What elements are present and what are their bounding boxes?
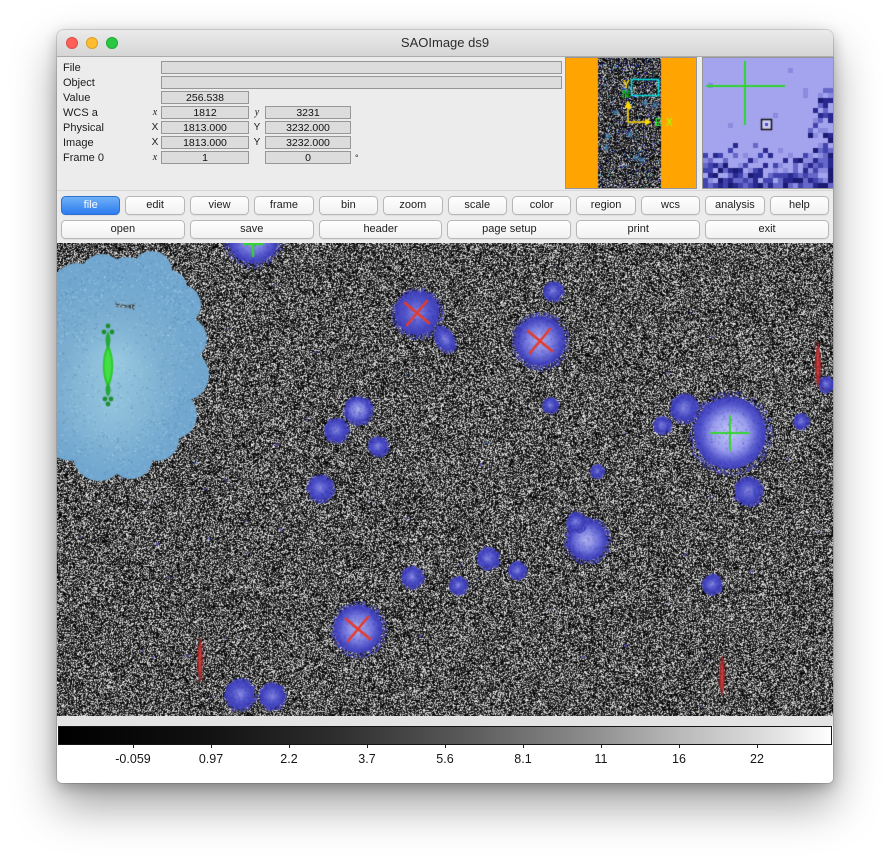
menu-zone: file edit view frame binzoom scale color region… — [57, 190, 833, 244]
frame-0-y-field[interactable]: 0 — [265, 151, 351, 164]
colorbar-tick-label: 5.6 — [436, 752, 453, 766]
menu-button-exit[interactable]: exit — [705, 220, 829, 239]
colorbar-tick-label: 2.2 — [280, 752, 297, 766]
info-row-image: ImageX1813.000Y3232.000 — [57, 135, 565, 150]
magnifier — [702, 57, 834, 189]
image-display[interactable] — [57, 243, 833, 716]
info-label: Image — [57, 137, 149, 149]
colorbar-tick — [367, 745, 368, 748]
colorbar-tick-label: -0.059 — [115, 752, 150, 766]
file-menu-bar: open save headerpage setup print exit — [61, 220, 829, 239]
axis-label: X — [149, 137, 161, 148]
axis-label: y — [249, 107, 265, 118]
wcs-a-x-field[interactable]: 1812 — [161, 106, 249, 119]
info-row-physical: PhysicalX1813.000Y3232.000 — [57, 120, 565, 135]
coordinate-readout: FileObjectValue256.538WCS ax1812y3231Phy… — [57, 60, 565, 165]
menu-button-bin[interactable]: bin — [319, 196, 378, 215]
menu-button-wcs[interactable]: wcs — [641, 196, 700, 215]
menu-button-color[interactable]: color — [512, 196, 571, 215]
info-row-file: File — [57, 60, 565, 75]
info-label: WCS a — [57, 107, 149, 119]
menu-button-file[interactable]: file — [61, 196, 120, 215]
colorbar-tick — [445, 745, 446, 748]
menu-button-header[interactable]: header — [319, 220, 443, 239]
menu-button-help[interactable]: help — [770, 196, 829, 215]
menu-button-analysis[interactable]: analysis — [705, 196, 764, 215]
frame-0-x-field[interactable]: 1 — [161, 151, 249, 164]
titlebar[interactable]: SAOImage ds9 — [57, 30, 833, 57]
info-label: Object — [57, 77, 149, 89]
wcs-a-y-field[interactable]: 3231 — [265, 106, 351, 119]
image-y-field[interactable]: 3232.000 — [265, 136, 351, 149]
degree-symbol: ° — [355, 153, 359, 163]
physical-y-field[interactable]: 3232.000 — [265, 121, 351, 134]
colorbar-tick — [523, 745, 524, 748]
colorbar-tick — [289, 745, 290, 748]
info-label: Frame 0 — [57, 152, 149, 164]
info-row-wcs-a: WCS ax1812y3231 — [57, 105, 565, 120]
colorbar-tick — [757, 745, 758, 748]
info-row-frame-0: Frame 0x1 0 ° — [57, 150, 565, 165]
ds9-window: SAOImage ds9 FileObjectValue256.538WCS a… — [57, 30, 833, 783]
window-title: SAOImage ds9 — [57, 30, 833, 56]
axis-label: x — [149, 152, 161, 163]
screenshot-stage: SAOImage ds9 FileObjectValue256.538WCS a… — [0, 0, 889, 862]
colorbar-tick-label: 0.97 — [199, 752, 223, 766]
colorbar-tick-label: 16 — [672, 752, 686, 766]
colorbar-tick — [211, 745, 212, 748]
object-field[interactable] — [161, 76, 562, 89]
value-x-field[interactable]: 256.538 — [161, 91, 249, 104]
colorbar-tick-label: 11 — [595, 752, 608, 766]
menu-button-print[interactable]: print — [576, 220, 700, 239]
menu-button-open[interactable]: open — [61, 220, 185, 239]
menu-button-scale[interactable]: scale — [448, 196, 507, 215]
colorbar[interactable] — [58, 726, 832, 745]
menu-button-frame[interactable]: frame — [254, 196, 313, 215]
menu-button-region[interactable]: region — [576, 196, 635, 215]
info-label: File — [57, 62, 149, 74]
colorbar-tick-label: 3.7 — [358, 752, 375, 766]
info-label: Physical — [57, 122, 149, 134]
panner[interactable] — [565, 57, 697, 189]
axis-label: Y — [249, 122, 265, 133]
info-row-value: Value 256.538 — [57, 90, 565, 105]
image-gap — [57, 716, 833, 726]
menu-button-view[interactable]: view — [190, 196, 249, 215]
image-x-field[interactable]: 1813.000 — [161, 136, 249, 149]
colorbar-tick-label: 22 — [750, 752, 764, 766]
physical-x-field[interactable]: 1813.000 — [161, 121, 249, 134]
menu-bar: file edit view frame binzoom scale color region… — [61, 196, 829, 215]
colorbar-tick — [679, 745, 680, 748]
axis-label: Y — [249, 137, 265, 148]
file-field[interactable] — [161, 61, 562, 74]
axis-label: x — [149, 107, 161, 118]
info-label: Value — [57, 92, 149, 104]
axis-label: X — [149, 122, 161, 133]
info-panel: FileObjectValue256.538WCS ax1812y3231Phy… — [57, 57, 833, 190]
colorbar-section: -0.059 0.97 2.2 3.7 5.6 8.1 11 16 22 — [57, 726, 833, 783]
colorbar-tick — [601, 745, 602, 748]
menu-button-save[interactable]: save — [190, 220, 314, 239]
colorbar-tick — [133, 745, 134, 748]
menu-button-zoom[interactable]: zoom — [383, 196, 442, 215]
menu-button-edit[interactable]: edit — [125, 196, 184, 215]
menu-button-page-setup[interactable]: page setup — [447, 220, 571, 239]
colorbar-tick-label: 8.1 — [514, 752, 531, 766]
info-row-object: Object — [57, 75, 565, 90]
